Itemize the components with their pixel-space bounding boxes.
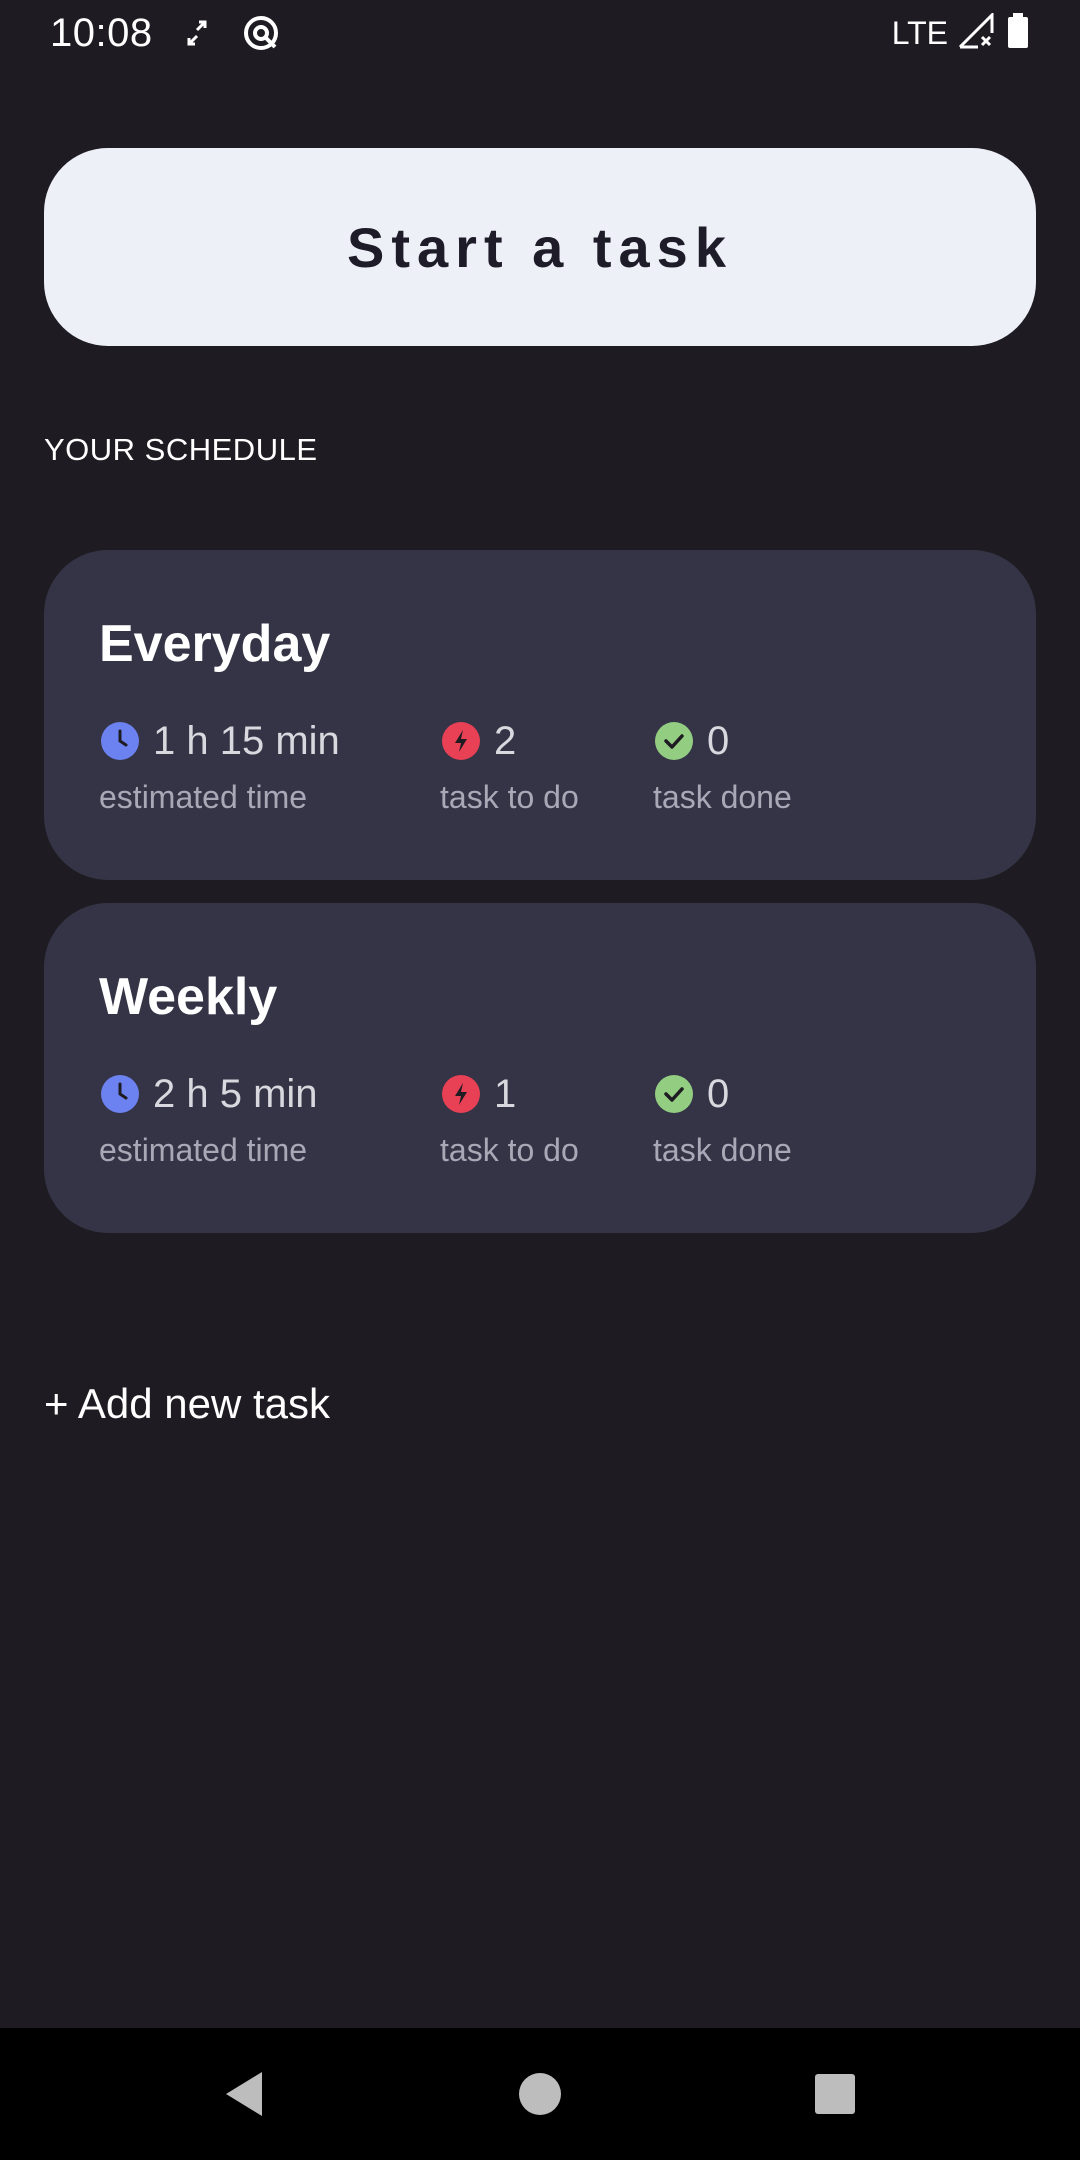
tasks-to-do-value: 2: [494, 718, 517, 763]
tasks-to-do-stat: 2 task to do: [440, 715, 579, 816]
tasks-to-do-label: task to do: [440, 779, 579, 815]
home-icon: [519, 2073, 561, 2115]
recents-icon: [815, 2074, 855, 2114]
clock-icon: [101, 722, 139, 760]
estimated-time-label: estimated time: [99, 1132, 308, 1168]
estimated-time-stat: 1 h 15 min estimated time: [99, 715, 340, 816]
status-time: 10:08: [50, 10, 153, 55]
estimated-time-value: 1 h 15 min: [153, 718, 340, 763]
estimated-time-value: 2 h 5 min: [153, 1071, 318, 1116]
home-button[interactable]: [480, 2028, 600, 2160]
tasks-done-stat: 0 task done: [653, 715, 792, 816]
battery-icon: [1006, 12, 1030, 54]
check-icon: [655, 1075, 693, 1113]
estimated-time-stat: 2 h 5 min estimated time: [99, 1068, 318, 1169]
tasks-done-value: 0: [707, 1071, 730, 1116]
start-task-label: Start a task: [347, 215, 733, 279]
status-bar: 10:08 LTE: [0, 0, 1080, 66]
back-icon: [226, 2072, 262, 2116]
check-icon: [655, 722, 693, 760]
screen: 10:08 LTE Start a task YOUR SCHEDULE Eve…: [0, 0, 1080, 2160]
start-task-button[interactable]: Start a task: [44, 148, 1036, 346]
tasks-to-do-value: 1: [494, 1071, 517, 1116]
estimated-time-label: estimated time: [99, 779, 308, 815]
tasks-to-do-label: task to do: [440, 1132, 579, 1168]
card-title: Weekly: [99, 968, 278, 1026]
sync-icon: [185, 18, 209, 48]
signal-icon: [958, 10, 996, 54]
bolt-icon: [442, 1075, 480, 1113]
tasks-to-do-stat: 1 task to do: [440, 1068, 579, 1169]
card-title: Everyday: [99, 615, 331, 673]
add-new-task-button[interactable]: + Add new task: [44, 1380, 330, 1428]
back-button[interactable]: [184, 2028, 304, 2160]
tasks-done-stat: 0 task done: [653, 1068, 792, 1169]
schedule-card-everyday[interactable]: Everyday 1 h 15 min estimated time 2 tas…: [44, 550, 1036, 880]
tasks-done-label: task done: [653, 779, 792, 815]
data-saver-icon: [241, 13, 281, 53]
recents-button[interactable]: [775, 2028, 895, 2160]
clock-icon: [101, 1075, 139, 1113]
schedule-card-weekly[interactable]: Weekly 2 h 5 min estimated time 1 task t…: [44, 903, 1036, 1233]
network-type-label: LTE: [891, 14, 948, 51]
schedule-heading: YOUR SCHEDULE: [44, 432, 318, 467]
bolt-icon: [442, 722, 480, 760]
navigation-bar: [0, 2028, 1080, 2160]
tasks-done-label: task done: [653, 1132, 792, 1168]
tasks-done-value: 0: [707, 718, 730, 763]
status-right: LTE: [891, 10, 1030, 54]
